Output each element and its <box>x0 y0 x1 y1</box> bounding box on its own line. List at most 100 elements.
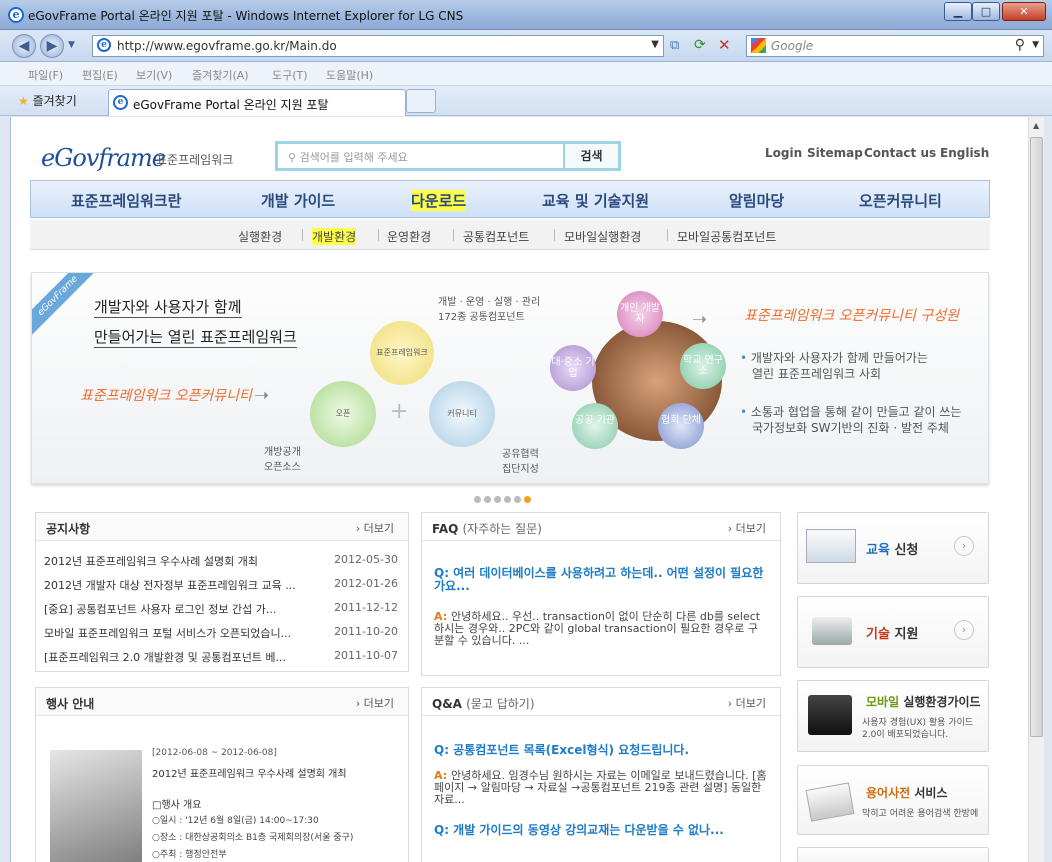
dictionary-button[interactable]: 용어사전 서비스 막히고 어려운 용어검색 한방에 <box>797 765 989 835</box>
login-link[interactable]: Login <box>765 146 802 160</box>
maximize-button[interactable]: □ <box>972 2 1000 21</box>
subnav-opsenv[interactable]: 운영환경 <box>387 228 431 245</box>
gnb-about[interactable]: 표준프레임워크란 <box>71 190 181 211</box>
pager-dot-active[interactable] <box>524 496 531 503</box>
menu-view[interactable]: 보기(V) <box>136 67 172 83</box>
site-logo-sub: 표준프레임워크 <box>156 153 234 167</box>
menu-edit[interactable]: 편집(E) <box>82 67 118 83</box>
subnav-mobile-common[interactable]: 모바일공통컴포넌트 <box>677 228 776 245</box>
event-name[interactable]: 2012년 표준프레임워크 우수사례 설명회 개최 <box>152 765 347 780</box>
site-search-input[interactable]: ⚲ 검색어를 입력해 주세요 <box>288 149 408 165</box>
subnav-common[interactable]: 공통컴포넌트 <box>463 228 529 245</box>
notice-item-date: 2011-10-20 <box>332 625 398 638</box>
pager-dot[interactable] <box>484 496 491 503</box>
chevron-right-icon: › <box>954 536 974 556</box>
list-item[interactable]: [표준프레임워크 2.0 개발환경 및 공통컴포넌트 베... 2011-10-0… <box>44 649 398 665</box>
education-apply-button[interactable]: 교육 신청 › <box>797 512 989 584</box>
subnav-divider <box>302 229 303 241</box>
sub-navigation: 실행환경 개발환경 운영환경 공통컴포넌트 모바일실행환경 모바일공통컴포넌트 <box>30 220 990 250</box>
sitemap-link[interactable]: Sitemap <box>807 146 863 160</box>
gnb-download[interactable]: 다운로드 <box>411 190 467 211</box>
address-bar[interactable]: e http://www.egovframe.go.kr/Main.do ▼ <box>92 35 664 57</box>
member-individual: 개인 개발자 <box>617 291 663 337</box>
qna-box: Q&A (묻고 답하기) › 더보기 Q: 공통컴포넌트 목록(Excel형식)… <box>421 687 781 862</box>
search-icon[interactable]: ⚲ <box>1015 37 1025 53</box>
menu-help[interactable]: 도움말(H) <box>326 67 373 83</box>
faq-question[interactable]: Q: 여러 데이터베이스를 사용하려고 하는데.. 어떤 설정이 필요한가요..… <box>434 567 770 593</box>
minimize-button[interactable]: ▁ <box>944 2 972 21</box>
pager-dot[interactable] <box>514 496 521 503</box>
faq-more-link[interactable]: › 더보기 <box>728 520 766 536</box>
gnb-notice[interactable]: 알림마당 <box>729 190 784 211</box>
favorites-button[interactable]: ★ 즐겨찾기 <box>18 92 77 109</box>
notice-more-label: 더보기 <box>363 522 394 535</box>
pager-dot[interactable] <box>504 496 511 503</box>
contact-link[interactable]: Contact us <box>864 146 936 160</box>
banner-headline-2: 만들어가는 열린 표준프레임워크 <box>94 328 297 348</box>
english-link[interactable]: English <box>940 146 989 160</box>
notice-item-text: 2012년 표준프레임워크 우수사례 설명회 개최 <box>44 555 259 568</box>
scrollbar-thumb[interactable] <box>1030 137 1043 737</box>
refresh-icon[interactable]: ⟳ <box>694 37 706 53</box>
search-dropdown-icon[interactable]: ▼ <box>1032 40 1039 50</box>
banner-handwriting-2: 표준프레임워크 오픈커뮤니티 구성원 <box>744 308 959 324</box>
tech-support-button[interactable]: 기술 지원 › <box>797 596 989 668</box>
event-more-label: 더보기 <box>363 697 394 710</box>
member-school: 학교 연구소 <box>680 343 726 389</box>
list-item[interactable]: [중요] 공통컴포넌트 사용자 로그인 정보 간섭 가... 2011-12-12 <box>44 601 398 617</box>
pager-dot[interactable] <box>494 496 501 503</box>
qna-question-1[interactable]: Q: 공통컴포넌트 목록(Excel형식) 요청드립니다. <box>434 744 770 757</box>
faq-more-label: 더보기 <box>735 522 766 535</box>
member-company: 대·중소 기업 <box>550 345 596 391</box>
tab-active[interactable]: e eGovFrame Portal 온라인 지원 포탈 <box>108 89 406 116</box>
compat-view-icon[interactable]: ⧉ <box>670 38 679 53</box>
address-dropdown-icon[interactable]: ▼ <box>651 39 659 50</box>
vertical-scrollbar[interactable]: ▲ <box>1028 117 1044 862</box>
list-item[interactable]: 2012년 개발자 대상 전자정부 표준프레임워크 교육 ... 2012-01-… <box>44 577 398 593</box>
gnb-education[interactable]: 교육 및 기술지원 <box>542 190 649 211</box>
next-quick-button[interactable] <box>797 847 989 862</box>
notice-title: 공지사항 <box>46 522 91 536</box>
banner-bullet-1a: 개발자와 사용자가 함께 만들어가는 <box>750 351 928 365</box>
mobile-guide-button[interactable]: 모바일 실행환경가이드 사용자 경험(UX) 활용 가이드 2.0이 배포되었습… <box>797 680 989 752</box>
subnav-mobile-runtime[interactable]: 모바일실행환경 <box>564 228 641 245</box>
bullet-icon: • <box>740 351 751 365</box>
dict-label-b: 서비스 <box>914 786 948 800</box>
back-button[interactable]: ◀ <box>12 34 36 58</box>
history-dropdown-icon[interactable]: ▼ <box>68 40 75 50</box>
forward-button[interactable]: ▶ <box>40 34 64 58</box>
notice-more-link[interactable]: › 더보기 <box>356 520 394 536</box>
gnb-community[interactable]: 오픈커뮤니티 <box>859 190 942 211</box>
new-tab-button[interactable] <box>406 89 436 113</box>
site-logo[interactable]: eGovframe <box>41 144 166 172</box>
subnav-runtime[interactable]: 실행환경 <box>238 228 282 245</box>
menu-bar: 파일(F) 편집(E) 보기(V) 즐겨찾기(A) 도구(T) 도움말(H) <box>0 62 1052 86</box>
menu-tools[interactable]: 도구(T) <box>272 67 308 83</box>
qna-more-link[interactable]: › 더보기 <box>728 695 766 711</box>
faq-title-main: FAQ <box>432 522 459 536</box>
pager-dot[interactable] <box>474 496 481 503</box>
menu-favorites[interactable]: 즐겨찾기(A) <box>192 67 249 83</box>
main-banner[interactable]: eGovFrame 개발자와 사용자가 함께 만들어가는 열린 표준프레임워크 … <box>31 272 989 484</box>
browser-search-box[interactable]: Google ⚲ ▼ <box>746 35 1044 57</box>
menu-file[interactable]: 파일(F) <box>28 67 63 83</box>
qna-question-2[interactable]: Q: 개발 가이드의 동영상 강의교재는 다운받을 수 없나... <box>434 824 770 837</box>
list-item[interactable]: 2012년 표준프레임워크 우수사례 설명회 개최 2012-05-30 <box>44 553 398 569</box>
address-url: http://www.egovframe.go.kr/Main.do <box>117 39 337 53</box>
list-item[interactable]: 모바일 표준프레임워크 포털 서비스가 오픈되었습니... 2011-10-20 <box>44 625 398 641</box>
mobile-label-a: 모바일 <box>866 695 900 709</box>
site-search-button[interactable]: 검색 <box>563 144 618 168</box>
stop-icon[interactable]: ✕ <box>718 36 731 54</box>
banner-note-top-1: 개발 · 운영 · 실행 · 관리 <box>438 297 541 308</box>
event-host: ○주최 : 행정안전부 <box>152 850 227 860</box>
event-more-link[interactable]: › 더보기 <box>356 695 394 711</box>
circle-framework: 표준프레임워크 <box>370 321 434 385</box>
banner-bullet-2: • 소통과 협업을 통해 같이 만들고 같이 쓰는 <box>740 403 961 420</box>
gnb-dev-guide[interactable]: 개발 가이드 <box>261 190 335 211</box>
close-button[interactable]: ✕ <box>1002 2 1046 21</box>
tab-bar: ★ 즐겨찾기 e eGovFrame Portal 온라인 지원 포탈 <box>0 86 1052 116</box>
subnav-devenv[interactable]: 개발환경 <box>312 228 357 245</box>
tab-label: eGovFrame Portal 온라인 지원 포탈 <box>133 98 329 112</box>
scroll-up-icon[interactable]: ▲ <box>1033 121 1039 130</box>
window-title-bar: e eGovFrame Portal 온라인 지원 포탈 - Windows I… <box>0 0 1052 30</box>
